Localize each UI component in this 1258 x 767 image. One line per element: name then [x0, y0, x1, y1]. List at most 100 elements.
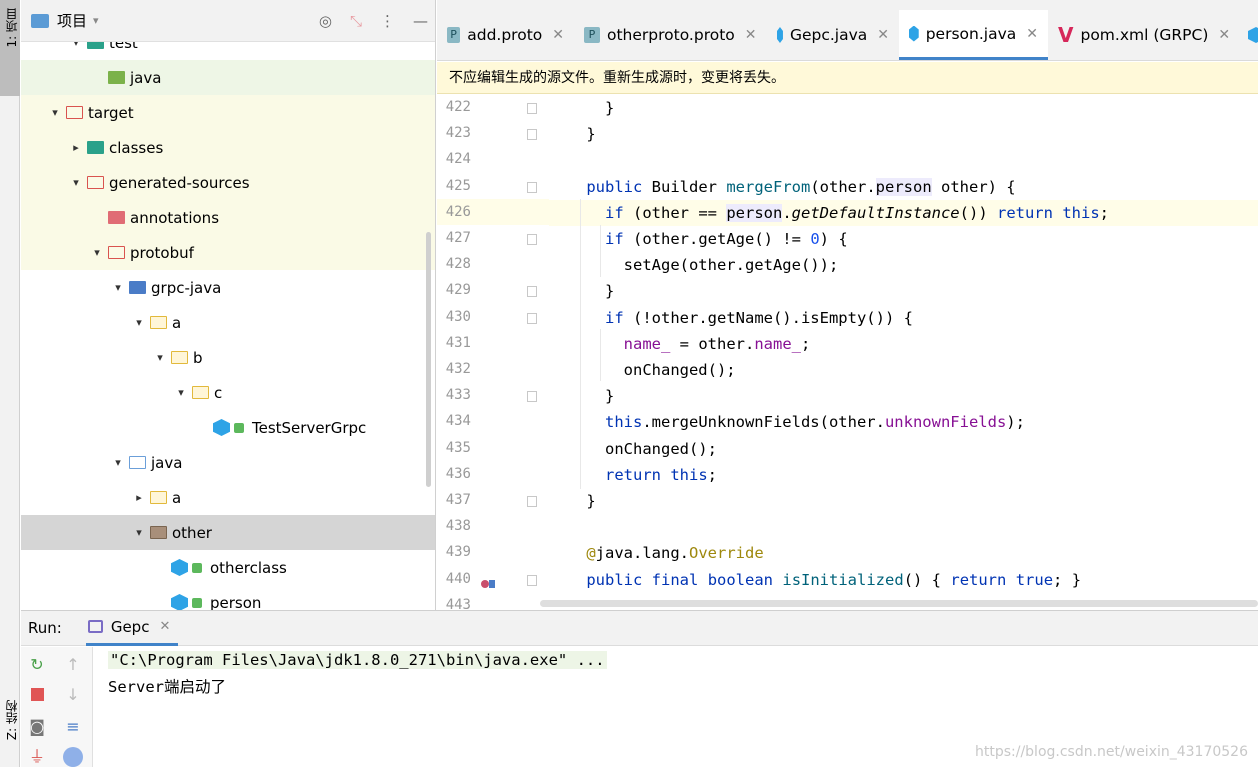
- chevron-down-icon[interactable]: ▾: [90, 246, 104, 259]
- fold-icon[interactable]: [527, 574, 537, 586]
- settings-icon[interactable]: [63, 747, 83, 767]
- chevron-down-icon[interactable]: ▾: [111, 281, 125, 294]
- fold-icon[interactable]: [527, 234, 537, 245]
- close-icon[interactable]: ✕: [745, 27, 757, 43]
- tab-person-java[interactable]: person.java ✕: [899, 10, 1048, 60]
- fold-icon[interactable]: [527, 496, 537, 507]
- run-tab-gepc[interactable]: Gepc ✕: [85, 611, 179, 646]
- tree-scrollbar[interactable]: [426, 232, 431, 487]
- tree-item-label: otherclass: [210, 558, 287, 577]
- chevron-down-icon[interactable]: ▾: [153, 351, 167, 364]
- project-panel-title[interactable]: 项目: [57, 10, 87, 31]
- folder-icon: [150, 526, 167, 539]
- arrow-down-icon[interactable]: ↓: [63, 685, 83, 705]
- tab-otherproto-proto[interactable]: Potherproto.proto ✕: [574, 10, 767, 60]
- tree-item-java[interactable]: java: [21, 60, 435, 95]
- tree-item-label: java: [130, 68, 162, 87]
- java-class-icon[interactable]: [1248, 27, 1258, 43]
- tree-item-label: other: [172, 523, 212, 542]
- project-tool-button[interactable]: 1: 项目: [0, 0, 20, 96]
- run-label: Run:: [28, 619, 62, 637]
- tree-item-a[interactable]: ▾ a: [21, 305, 435, 340]
- chevron-down-icon[interactable]: ▾: [174, 386, 188, 399]
- tab-gepc-java[interactable]: Gepc.java ✕: [767, 10, 899, 60]
- tree-item-annotations[interactable]: annotations: [21, 200, 435, 235]
- tree-item-person[interactable]: person: [21, 585, 435, 610]
- lock-icon: [192, 562, 202, 573]
- locate-target-icon[interactable]: ◎: [319, 12, 332, 30]
- chevron-down-icon[interactable]: ▾: [132, 526, 146, 539]
- plug-icon[interactable]: ⏚: [27, 747, 47, 767]
- editor-tab-bar: Padd.proto ✕ Potherproto.proto ✕ Gepc.java ✕ p…: [437, 0, 1258, 61]
- editor-horizontal-scrollbar[interactable]: [540, 600, 1258, 607]
- chevron-down-icon[interactable]: ▾: [132, 316, 146, 329]
- override-icon[interactable]: [481, 574, 495, 588]
- code-line: }: [549, 99, 615, 117]
- tree-item-grpc-java[interactable]: ▾ grpc-java: [21, 270, 435, 305]
- rerun-icon[interactable]: ↻: [27, 655, 47, 675]
- tree-item-b[interactable]: ▾ b: [21, 340, 435, 375]
- chevron-down-icon[interactable]: ▾: [93, 14, 99, 27]
- camera-icon[interactable]: ◙: [27, 717, 47, 737]
- tab-pom-xml-grpc-[interactable]: Vpom.xml (GRPC) ✕: [1048, 10, 1238, 60]
- hide-panel-icon[interactable]: —: [413, 12, 428, 30]
- fold-icon[interactable]: [527, 181, 537, 193]
- tree-item-target[interactable]: ▾ target: [21, 95, 435, 130]
- line-number: 438: [445, 518, 471, 535]
- tree-item-otherclass[interactable]: otherclass: [21, 550, 435, 585]
- tree-item-protobuf[interactable]: ▾ protobuf: [21, 235, 435, 270]
- tab-label: add.proto: [467, 26, 543, 44]
- line-number: 431: [445, 334, 471, 351]
- tree-item-testservergrpc[interactable]: TestServerGrpc: [21, 410, 435, 445]
- code-line: @java.lang.Override: [586, 544, 764, 563]
- proto-file-icon: P: [447, 27, 461, 43]
- tab-label: Gepc.java: [789, 26, 868, 44]
- close-icon[interactable]: ✕: [1218, 27, 1230, 43]
- chevron-right-icon[interactable]: ▸: [132, 491, 146, 504]
- line-number: 422: [445, 99, 471, 115]
- fold-icon[interactable]: [527, 129, 537, 141]
- close-icon[interactable]: ✕: [1026, 26, 1038, 42]
- close-icon[interactable]: ✕: [877, 27, 889, 43]
- tree-item-label: grpc-java: [151, 278, 222, 297]
- tab-label: otherproto.proto: [607, 26, 735, 44]
- folder-icon: [129, 281, 146, 294]
- code-editor[interactable]: } } public Builder mergeFrom(other.perso…: [549, 95, 1258, 610]
- tab-label: pom.xml (GRPC): [1080, 26, 1209, 44]
- folder-icon: [108, 71, 125, 84]
- code-line: }: [549, 387, 615, 406]
- structure-tool-button[interactable]: Z: 结构: [0, 700, 20, 767]
- tree-item-classes[interactable]: ▸ classes: [21, 130, 435, 165]
- close-icon[interactable]: ✕: [552, 27, 564, 43]
- fold-icon[interactable]: [527, 312, 537, 324]
- chevron-down-icon[interactable]: ▾: [48, 106, 62, 119]
- chevron-down-icon[interactable]: ▾: [111, 456, 125, 469]
- maven-icon: V: [1058, 23, 1074, 47]
- soft-wrap-icon[interactable]: ≡: [63, 717, 83, 737]
- chevron-right-icon[interactable]: ▸: [69, 141, 83, 154]
- console-command-line: "C:\Program Files\Java\jdk1.8.0_271\bin\…: [108, 651, 607, 669]
- tree-item-a[interactable]: ▸ a: [21, 480, 435, 515]
- arrow-up-icon[interactable]: ↑: [63, 655, 83, 675]
- tree-item-java[interactable]: ▾ java: [21, 445, 435, 480]
- console-output[interactable]: "C:\Program Files\Java\jdk1.8.0_271\bin\…: [94, 647, 1258, 767]
- close-icon[interactable]: ✕: [159, 619, 170, 634]
- folder-icon: [66, 106, 83, 119]
- tree-item-c[interactable]: ▾ c: [21, 375, 435, 410]
- more-options-icon[interactable]: ⋮: [380, 12, 395, 30]
- tab-add-proto[interactable]: Padd.proto ✕: [437, 10, 574, 60]
- tree-item-generated-sources[interactable]: ▾ generated-sources: [21, 165, 435, 200]
- tree-item-other[interactable]: ▾ other: [21, 515, 435, 550]
- code-line: name_ = other.name_;: [623, 334, 811, 353]
- fold-icon[interactable]: [527, 103, 537, 114]
- collapse-all-icon[interactable]: ⤡: [350, 12, 362, 30]
- folder-icon: [150, 316, 167, 329]
- stop-icon[interactable]: [27, 685, 47, 705]
- fold-icon[interactable]: [527, 391, 537, 403]
- chevron-down-icon[interactable]: ▾: [69, 176, 83, 189]
- line-number: 424: [445, 151, 471, 168]
- run-config-icon: [87, 620, 103, 633]
- fold-icon[interactable]: [527, 286, 537, 298]
- structure-tool-label: Z: 结构: [5, 700, 19, 741]
